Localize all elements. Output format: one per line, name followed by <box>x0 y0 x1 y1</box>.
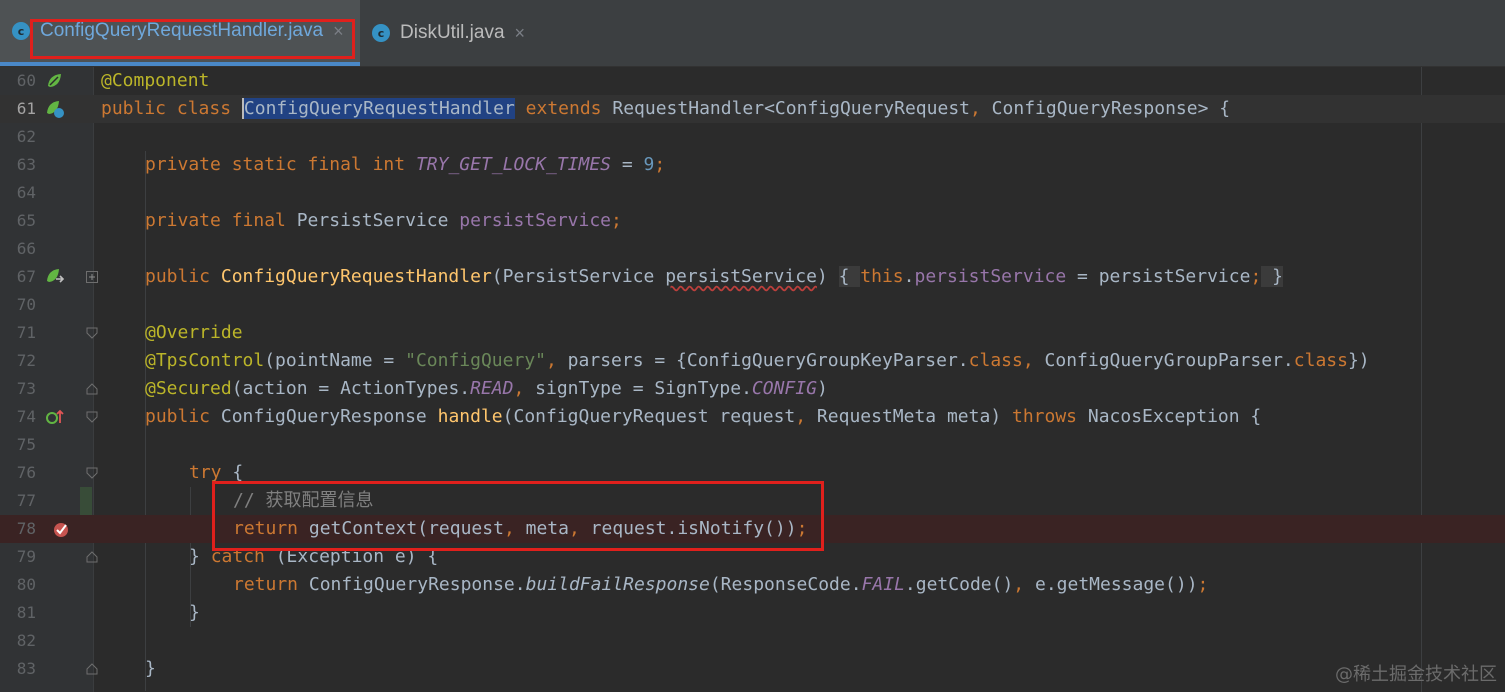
code-line-current[interactable]: 61 public class ConfigQueryRequestHandle… <box>0 95 1505 123</box>
line-number: 81 <box>16 603 36 622</box>
line-number: 76 <box>16 463 36 482</box>
code-text: private final PersistService persistServ… <box>145 210 622 231</box>
class-icon: c <box>12 22 30 40</box>
code-text: } catch (Exception e) { <box>189 546 439 567</box>
breakpoint-icon[interactable] <box>51 519 71 539</box>
code-line[interactable]: 67 public ConfigQueryRequestHandler(Pers… <box>0 263 1505 291</box>
line-number: 74 <box>16 407 36 426</box>
fold-collapse-icon[interactable] <box>86 411 98 423</box>
close-icon[interactable]: × <box>333 21 344 42</box>
class-icon: c <box>372 24 390 42</box>
code-text: try { <box>189 462 244 483</box>
code-line[interactable]: 62 <box>0 123 1505 151</box>
code-text: public ConfigQueryRequestHandler(Persist… <box>145 266 1283 287</box>
vcs-added-marker[interactable] <box>80 487 92 515</box>
code-text: } <box>145 658 156 679</box>
tab-label: ConfigQueryRequestHandler.java <box>40 20 324 41</box>
code-line[interactable]: 73 @Secured(action = ActionTypes.READ, s… <box>0 375 1505 403</box>
close-icon[interactable]: × <box>515 23 526 44</box>
fold-end-icon[interactable] <box>86 663 98 675</box>
code-line[interactable]: 83 } <box>0 655 1505 683</box>
code-line[interactable]: 63 private static final int TRY_GET_LOCK… <box>0 151 1505 179</box>
line-number: 80 <box>16 575 36 594</box>
override-method-icon[interactable] <box>45 407 65 427</box>
code-line[interactable]: 82 <box>0 627 1505 655</box>
line-number: 71 <box>16 323 36 342</box>
line-number: 75 <box>16 435 36 454</box>
code-line[interactable]: 72 @TpsControl(pointName = "ConfigQuery"… <box>0 347 1505 375</box>
line-number: 77 <box>16 491 36 510</box>
line-number: 78 <box>0 515 36 543</box>
line-number: 73 <box>16 379 36 398</box>
code-text: // 获取配置信息 <box>233 490 374 511</box>
fold-end-icon[interactable] <box>86 551 98 563</box>
editor-tab-bar: c ConfigQueryRequestHandler.java × c Dis… <box>0 0 1505 67</box>
line-number: 72 <box>16 351 36 370</box>
line-number: 82 <box>16 631 36 650</box>
spring-bean-icon[interactable] <box>45 71 65 91</box>
code-text: @TpsControl(pointName = "ConfigQuery", p… <box>145 350 1370 371</box>
line-number: 62 <box>16 127 36 146</box>
code-line[interactable]: 81 } <box>0 599 1505 627</box>
line-number: 60 <box>16 71 36 90</box>
code-text: @Secured(action = ActionTypes.READ, sign… <box>145 378 828 399</box>
code-text: return getContext(request, meta, request… <box>233 518 808 539</box>
line-number: 70 <box>16 295 36 314</box>
code-text: @Component <box>101 70 210 91</box>
code-text: private static final int TRY_GET_LOCK_TI… <box>145 154 666 175</box>
code-line[interactable]: 75 <box>0 431 1505 459</box>
line-number: 65 <box>16 211 36 230</box>
code-line[interactable]: 74 public ConfigQueryResponse handle(Con… <box>0 403 1505 431</box>
fold-end-icon[interactable] <box>86 383 98 395</box>
code-text: } <box>189 602 200 623</box>
fold-collapse-icon[interactable] <box>86 327 98 339</box>
line-number: 61 <box>16 99 36 118</box>
code-text: return ConfigQueryResponse.buildFailResp… <box>233 574 1209 595</box>
code-line[interactable]: 71 @Override <box>0 319 1505 347</box>
line-number: 63 <box>16 155 36 174</box>
spring-bean-class-icon[interactable] <box>45 99 65 119</box>
code-text: @Override <box>145 322 243 343</box>
class-name-selection: ConfigQueryRequestHandler <box>241 98 515 119</box>
tab-config-query-request-handler[interactable]: c ConfigQueryRequestHandler.java × <box>0 0 360 66</box>
line-number: 66 <box>16 239 36 258</box>
tab-disk-util[interactable]: c DiskUtil.java × <box>360 0 540 66</box>
code-line[interactable]: 64 <box>0 179 1505 207</box>
line-number: 83 <box>16 659 36 678</box>
code-line[interactable]: 70 <box>0 291 1505 319</box>
code-line[interactable]: 80 return ConfigQueryResponse.buildFailR… <box>0 571 1505 599</box>
line-number: 79 <box>16 547 36 566</box>
fold-collapse-icon[interactable] <box>86 467 98 479</box>
fold-expand-icon[interactable] <box>86 271 98 283</box>
code-text: public class ConfigQueryRequestHandler e… <box>101 98 1231 119</box>
code-line[interactable]: 79 } catch (Exception e) { <box>0 543 1505 571</box>
code-line[interactable]: 77 // 获取配置信息 <box>0 487 1505 515</box>
code-text: public ConfigQueryResponse handle(Config… <box>145 406 1262 427</box>
line-number: 64 <box>16 183 36 202</box>
tab-label: DiskUtil.java <box>400 22 505 43</box>
watermark: @稀土掘金技术社区 <box>1335 664 1497 685</box>
line-number: 67 <box>16 267 36 286</box>
spring-autowire-icon[interactable] <box>45 267 65 287</box>
code-line[interactable]: 60 @Component <box>0 67 1505 95</box>
code-line[interactable]: 65 private final PersistService persistS… <box>0 207 1505 235</box>
code-editor[interactable]: 60 @Component 61 public class ConfigQuer… <box>0 67 1505 692</box>
code-line[interactable]: 66 <box>0 235 1505 263</box>
code-line-breakpoint[interactable]: 78 return getContext(request, meta, requ… <box>0 515 1505 543</box>
code-line[interactable]: 76 try { <box>0 459 1505 487</box>
